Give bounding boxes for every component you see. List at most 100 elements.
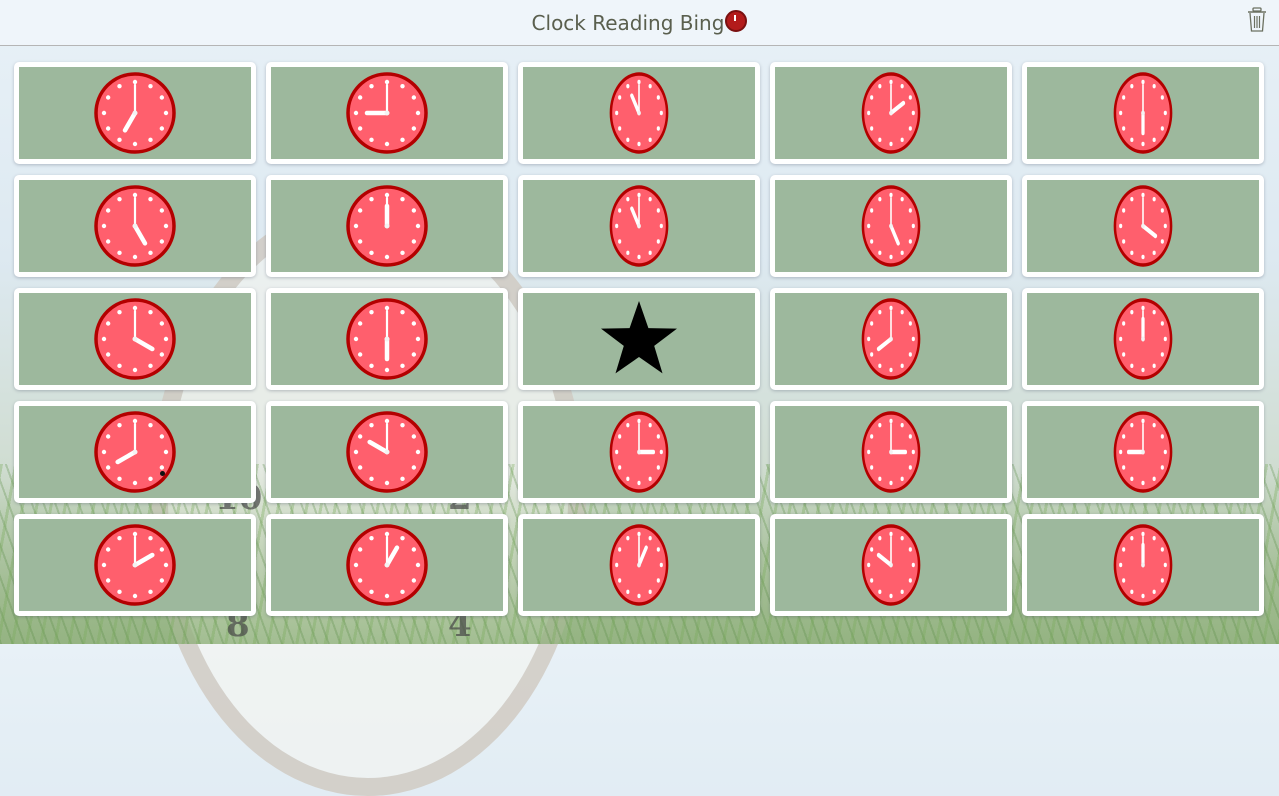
hour-marker [908, 352, 912, 357]
hour-marker [132, 531, 138, 537]
hour-marker [105, 547, 111, 552]
bingo-cell[interactable] [266, 62, 508, 164]
hour-marker [1141, 141, 1145, 147]
hour-marker [867, 223, 871, 229]
hour-marker [1152, 250, 1156, 256]
hour-marker [148, 309, 153, 315]
hour-marker [132, 418, 138, 424]
hour-marker [900, 535, 904, 541]
hour-marker [159, 352, 165, 357]
bingo-cell[interactable] [1022, 62, 1264, 164]
hour-marker [159, 95, 165, 100]
hour-marker [1130, 476, 1134, 482]
hour-marker [369, 83, 374, 89]
hour-marker [105, 126, 111, 131]
bingo-cell[interactable] [770, 514, 1012, 616]
hour-marker [908, 434, 912, 439]
bingo-cell[interactable] [14, 62, 256, 164]
bingo-cell[interactable] [518, 175, 760, 277]
hour-marker [357, 321, 363, 326]
bingo-cell[interactable] [14, 514, 256, 616]
hour-marker [369, 309, 374, 315]
page-title: Clock Reading Bing [0, 10, 1279, 35]
hour-marker [1160, 547, 1164, 552]
clock-icon [346, 524, 428, 606]
bingo-cell[interactable] [1022, 175, 1264, 277]
hour-marker [148, 589, 153, 595]
clock-hub [1141, 336, 1145, 342]
hour-marker [618, 434, 622, 439]
hour-marker [870, 126, 874, 131]
bingo-cell[interactable] [770, 401, 1012, 503]
trash-icon [1248, 7, 1266, 32]
hour-marker [867, 336, 871, 342]
bingo-cell[interactable] [770, 62, 1012, 164]
bingo-cell[interactable] [1022, 288, 1264, 390]
hour-marker [626, 250, 630, 256]
hour-marker [1130, 309, 1134, 315]
bingo-cell[interactable] [14, 288, 256, 390]
hour-marker [411, 126, 417, 131]
hour-marker [870, 578, 874, 583]
hour-marker [908, 239, 912, 244]
hour-marker [117, 250, 122, 256]
hour-marker [1160, 352, 1164, 357]
clock-hub [889, 449, 893, 455]
hour-marker [105, 352, 111, 357]
hour-marker [148, 363, 153, 369]
hour-marker [159, 239, 165, 244]
hour-marker [867, 449, 871, 455]
bingo-cell[interactable] [14, 401, 256, 503]
bingo-cell[interactable] [14, 175, 256, 277]
hour-marker [411, 352, 417, 357]
bingo-cell[interactable] [770, 175, 1012, 277]
hour-marker [889, 305, 893, 311]
hour-marker [1122, 126, 1126, 131]
bingo-cell[interactable] [266, 401, 508, 503]
hour-marker [132, 141, 138, 147]
bingo-cell[interactable] [266, 288, 508, 390]
hour-marker [637, 141, 641, 147]
bingo-cell[interactable] [770, 288, 1012, 390]
hour-marker [384, 79, 390, 85]
hour-marker [1141, 418, 1145, 424]
clock-hub [384, 110, 390, 116]
hour-marker [357, 547, 363, 552]
bingo-cell[interactable] [518, 62, 760, 164]
hour-marker [411, 578, 417, 583]
bingo-cell[interactable] [518, 401, 760, 503]
hour-marker [618, 95, 622, 100]
clock-hub [889, 562, 893, 568]
hour-marker [148, 250, 153, 256]
hour-marker [637, 531, 641, 537]
bingo-cell[interactable] [1022, 401, 1264, 503]
hour-marker [618, 465, 622, 470]
clock-icon [346, 411, 428, 493]
hour-marker [132, 593, 138, 599]
hour-marker [878, 137, 882, 143]
hour-marker [117, 196, 122, 202]
hour-marker [889, 192, 893, 198]
bingo-cell-free[interactable] [518, 288, 760, 390]
hour-marker [353, 336, 359, 342]
hour-marker [400, 476, 405, 482]
clock-icon [346, 185, 428, 267]
hour-marker [163, 449, 169, 455]
bingo-cell[interactable] [266, 175, 508, 277]
hour-marker [384, 418, 390, 424]
hour-marker [908, 465, 912, 470]
hour-marker [656, 208, 660, 213]
marker-dot [160, 471, 165, 476]
hour-marker [1152, 535, 1156, 541]
hour-marker [1122, 578, 1126, 583]
hour-marker [618, 547, 622, 552]
hour-marker [648, 476, 652, 482]
bingo-cell[interactable] [266, 514, 508, 616]
bingo-cell[interactable] [518, 514, 760, 616]
bingo-cell[interactable] [1022, 514, 1264, 616]
clock-hub [637, 223, 641, 229]
trash-button[interactable] [1247, 7, 1267, 33]
hour-marker [659, 449, 663, 455]
hour-marker [900, 422, 904, 428]
hour-marker [1130, 250, 1134, 256]
